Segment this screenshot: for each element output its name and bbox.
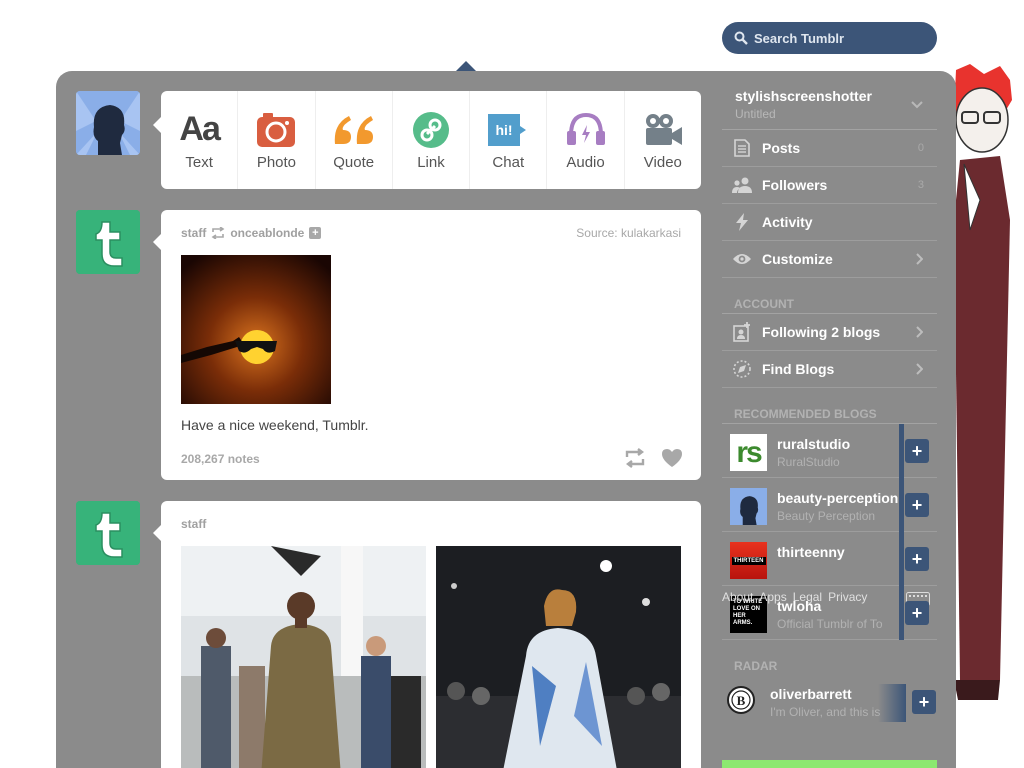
post-type-quote[interactable]: Quote <box>316 91 393 189</box>
following-icon <box>733 322 750 342</box>
sidebar-item-activity[interactable]: Activity <box>722 204 937 241</box>
sidebar-item-find-blogs[interactable]: Find Blogs <box>722 351 937 388</box>
blog-name: stylishscreenshotter <box>735 88 872 104</box>
search-icon <box>734 31 748 45</box>
svg-text:B: B <box>737 693 746 708</box>
recommended-blog[interactable]: beauty-perception Beauty Perception + <box>722 478 937 532</box>
heart-icon[interactable] <box>661 448 683 468</box>
chevron-down-icon <box>911 101 923 109</box>
radar-blog[interactable]: B oliverbarrett I'm Oliver, and this is … <box>722 676 937 726</box>
follow-button[interactable]: + <box>905 601 929 625</box>
post-header: staff onceablonde + <box>181 226 322 240</box>
post-type-label: Audio <box>566 153 605 171</box>
blog-avatar: THIRTEEN <box>730 542 767 579</box>
blog-selector[interactable]: stylishscreenshotter Untitled <box>722 80 937 130</box>
recommended-blog[interactable]: rs ruralstudio RuralStudio + <box>722 424 937 478</box>
post-author[interactable]: staff <box>181 226 206 240</box>
post-type-label: Photo <box>256 153 297 171</box>
posts-count: 0 <box>917 142 924 154</box>
footer-link[interactable]: About <box>722 590 753 604</box>
sidebar-item-followers[interactable]: Followers 3 <box>722 167 937 204</box>
camera-icon <box>257 112 296 147</box>
tumblr-logo-icon <box>76 501 140 565</box>
post-type-label: Chat <box>492 153 525 171</box>
staff-avatar[interactable] <box>76 210 140 274</box>
compass-icon <box>733 360 751 378</box>
post-type-label: Video <box>643 153 682 171</box>
tumblr-logo-icon <box>76 210 140 274</box>
staff-avatar[interactable] <box>76 501 140 565</box>
chevron-right-icon <box>916 363 923 375</box>
chevron-right-icon <box>916 326 923 338</box>
post-type-link[interactable]: Link <box>393 91 471 189</box>
post-photo-sunset[interactable] <box>181 255 331 404</box>
followers-icon <box>732 177 752 193</box>
post-type-photo[interactable]: Photo <box>238 91 316 189</box>
post-notes[interactable]: 208,267 notes <box>181 452 260 466</box>
recommended-blog[interactable]: THIRTEEN thirteenny + <box>722 532 937 586</box>
post-type-chat[interactable]: hi! Chat <box>470 91 548 189</box>
quote-icon <box>334 115 373 144</box>
post-photo-runway-left[interactable] <box>181 546 426 768</box>
followers-count: 3 <box>917 179 924 191</box>
post-card: staff <box>153 501 701 768</box>
follow-plus-icon[interactable]: + <box>309 227 322 239</box>
post-source[interactable]: Source: kulakarkasi <box>576 226 681 240</box>
blog-avatar: rs <box>730 434 767 471</box>
svg-text:hi!: hi! <box>496 122 513 138</box>
post-type-label: Text <box>185 153 213 171</box>
sidebar-item-customize[interactable]: Customize <box>722 241 937 278</box>
link-icon <box>412 111 449 148</box>
headphones-icon <box>566 112 605 145</box>
sidebar: stylishscreenshotter Untitled Posts 0 Fo… <box>722 80 937 768</box>
post-type-audio[interactable]: Audio <box>547 91 625 189</box>
radar-heading: RADAR <box>734 659 778 673</box>
post-type-label: Quote <box>333 153 375 171</box>
post-card: staff onceablonde + Source: kulakarkasi … <box>153 210 701 480</box>
sidebar-item-posts[interactable]: Posts 0 <box>722 130 937 167</box>
recommended-blog[interactable]: TO WRITE LOVE ON HER ARMS. About Apps Lega… <box>722 586 937 640</box>
post-type-text[interactable]: Aa Text <box>161 91 239 189</box>
sidebar-item-following[interactable]: Following 2 blogs <box>722 314 937 351</box>
chat-icon: hi! <box>488 113 527 146</box>
post-type-video[interactable]: Video <box>625 91 701 189</box>
silhouette-icon <box>76 91 140 155</box>
follow-button[interactable]: + <box>905 439 929 463</box>
post-type-label: Link <box>417 153 445 171</box>
eye-icon <box>733 254 751 264</box>
follow-button[interactable]: + <box>905 547 929 571</box>
reblog-icon <box>211 227 225 239</box>
lightning-icon <box>736 213 748 231</box>
text-icon: Aa <box>179 110 220 148</box>
posts-icon <box>734 139 750 157</box>
post-header: staff <box>181 517 206 531</box>
blog-title: Untitled <box>735 107 776 121</box>
radar-avatar: B <box>727 686 755 714</box>
follow-button[interactable]: + <box>912 690 936 714</box>
follow-button[interactable]: + <box>905 493 929 517</box>
search-bar[interactable] <box>722 22 937 54</box>
post-composer: Aa Text Photo Quote Link hi! Chat Audio … <box>153 91 701 189</box>
recommended-heading: RECOMMENDED BLOGS <box>722 388 937 424</box>
reblogged-from[interactable]: onceablonde <box>230 226 304 240</box>
chevron-right-icon <box>916 253 923 265</box>
post-photo-runway-right[interactable] <box>436 546 681 768</box>
reblog-button-icon[interactable] <box>624 448 646 468</box>
post-author[interactable]: staff <box>181 517 206 531</box>
blog-avatar <box>730 488 767 525</box>
search-input[interactable] <box>754 30 924 46</box>
post-caption: Have a nice weekend, Tumblr. <box>181 417 369 433</box>
user-avatar[interactable] <box>76 91 140 155</box>
video-camera-icon <box>645 113 682 145</box>
account-heading: ACCOUNT <box>722 278 937 314</box>
radar-post-preview[interactable] <box>722 760 937 768</box>
